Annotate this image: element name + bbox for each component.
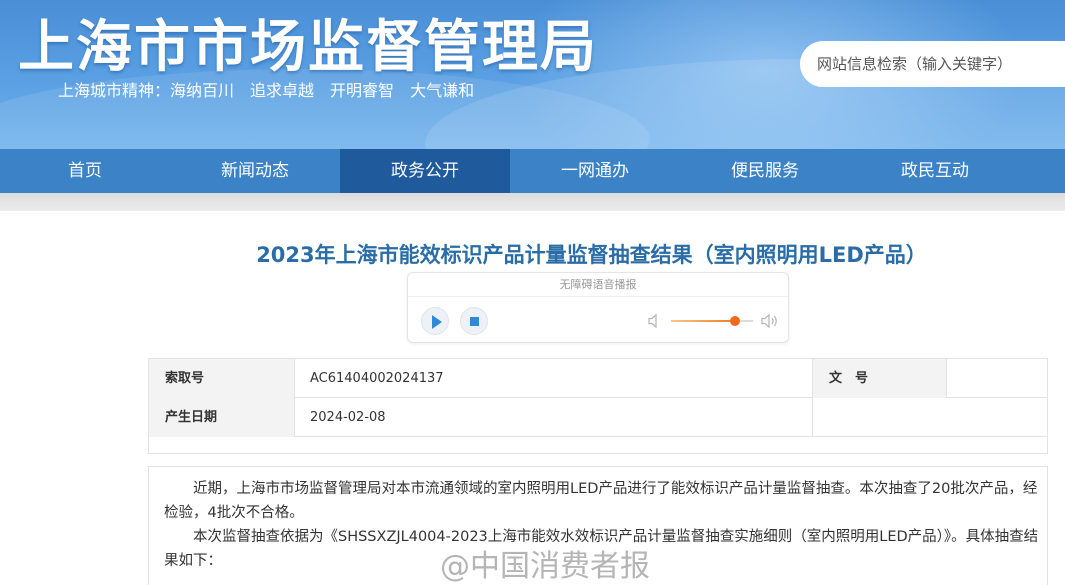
nav-item-interaction[interactable]: 政民互动: [850, 149, 1020, 193]
stop-button[interactable]: [460, 307, 488, 335]
audio-player: 无障碍语音播报: [407, 272, 789, 343]
volume-handle[interactable]: [729, 316, 740, 326]
table-row: 产生日期 2024-02-08: [149, 398, 1047, 437]
doc-number-label: 文 号: [813, 359, 947, 398]
city-spirit: 上海城市精神：海纳百川 追求卓越 开明睿智 大气谦和: [58, 77, 490, 101]
player-label: 无障碍语音播报: [408, 273, 788, 297]
play-icon: [432, 315, 442, 329]
nav-shadow: [0, 193, 1065, 211]
city-spirit-item: 开明睿智: [330, 81, 395, 100]
date-value: 2024-02-08: [295, 398, 813, 437]
header-banner: 上海市市场监督管理局 上海城市精神：海纳百川 追求卓越 开明睿智 大气谦和: [0, 0, 1065, 149]
stop-icon: [470, 317, 479, 326]
volume-low-icon[interactable]: [648, 313, 662, 329]
volume-level: [671, 320, 735, 322]
city-spirit-item: 大气谦和: [410, 81, 475, 100]
date-label: 产生日期: [149, 398, 295, 437]
table-row: [149, 437, 1047, 454]
watermark: @中国消费者报: [440, 549, 650, 584]
table-row: 索取号 AC61404002024137 文 号: [149, 359, 1047, 398]
nav-item-gov-affairs[interactable]: 政务公开: [340, 149, 510, 193]
doc-number-value: [947, 359, 1047, 398]
nav-item-news[interactable]: 新闻动态: [170, 149, 340, 193]
volume-high-icon[interactable]: [761, 313, 779, 329]
city-spirit-item: 海纳百川: [170, 81, 235, 100]
article-info-table: 索取号 AC61404002024137 文 号 产生日期 2024-02-08: [148, 358, 1048, 454]
nav-item-home[interactable]: 首页: [0, 149, 170, 193]
article-title: 2023年上海市能效标识产品计量监督抽查结果（室内照明用LED产品）: [256, 243, 927, 267]
main-nav: 首页 新闻动态 政务公开 一网通办 便民服务 政民互动: [0, 149, 1065, 193]
volume-slider[interactable]: [671, 316, 753, 326]
city-spirit-item: 追求卓越: [250, 81, 315, 100]
city-spirit-label: 上海城市精神：: [58, 81, 171, 100]
index-value: AC61404002024137: [295, 359, 813, 398]
nav-item-public-services[interactable]: 便民服务: [680, 149, 850, 193]
article-paragraph: 近期，上海市市场监督管理局对本市流通领域的室内照明用LED产品进行了能效标识产品…: [164, 481, 1038, 521]
nav-item-online-services[interactable]: 一网通办: [510, 149, 680, 193]
index-label: 索取号: [149, 359, 295, 398]
play-button[interactable]: [421, 307, 449, 335]
site-title[interactable]: 上海市市场监督管理局: [18, 2, 598, 83]
search-input[interactable]: [800, 41, 1050, 87]
site-search: [800, 41, 1065, 87]
